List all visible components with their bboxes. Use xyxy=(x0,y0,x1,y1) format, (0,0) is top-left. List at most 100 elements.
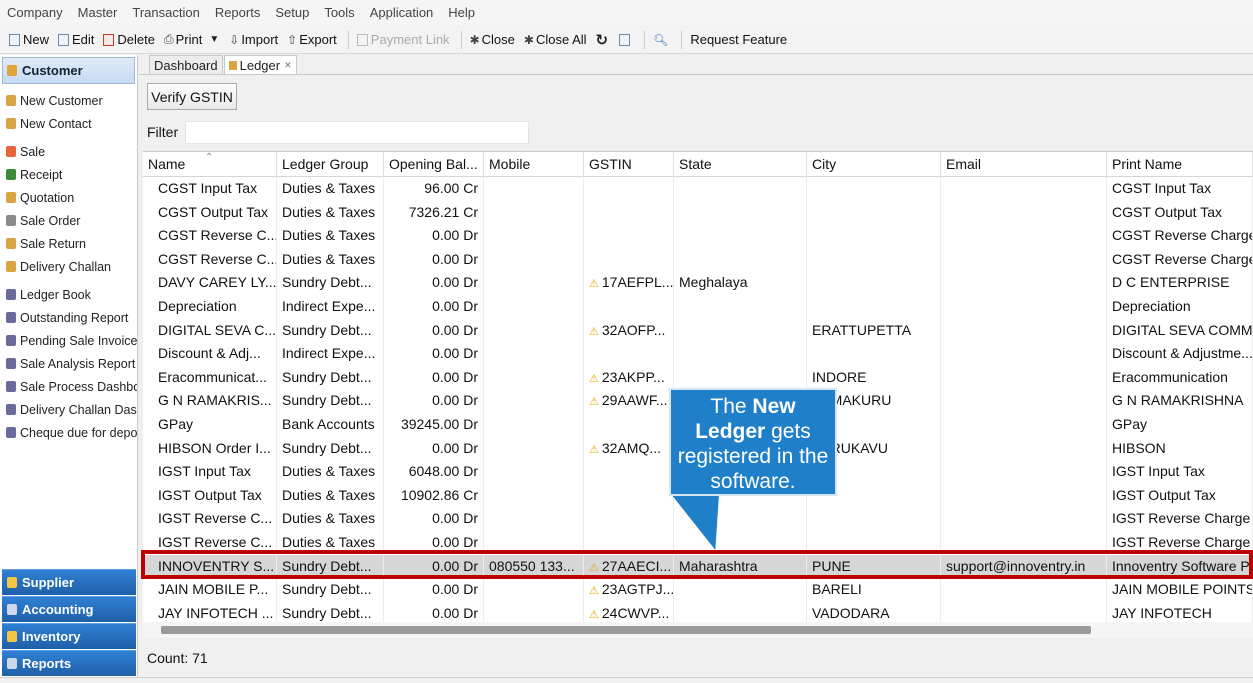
import-button[interactable]: ⇩ Import xyxy=(229,32,278,47)
cell-ledger-group: Duties & Taxes xyxy=(277,507,384,531)
print-dropdown-chevron-icon[interactable]: ▼ xyxy=(209,34,219,45)
nav-item-delivery-challan[interactable]: Delivery Challan xyxy=(0,255,137,278)
cell-name: JAIN MOBILE P... xyxy=(143,578,277,602)
column-header-mobile[interactable]: Mobile xyxy=(484,152,584,177)
new-document-icon xyxy=(9,33,20,46)
table-row[interactable]: Discount & Adj... Indirect Expe... 0.00 Dr… xyxy=(143,342,1253,366)
cell-state: Meghalaya xyxy=(674,271,807,295)
column-header-email[interactable]: Email xyxy=(941,152,1107,177)
menu-company[interactable]: Company xyxy=(7,5,63,20)
nav-section-reports[interactable]: Reports xyxy=(2,650,136,676)
delete-button[interactable]: Delete xyxy=(103,32,155,47)
print-button[interactable]: ⎙ Print xyxy=(164,32,202,47)
close-button[interactable]: ✱ Close xyxy=(470,32,515,47)
column-header-print-name[interactable]: Print Name xyxy=(1107,152,1253,177)
cell-opening-balance: 6048.00 Dr xyxy=(384,460,484,484)
report-icon xyxy=(6,312,16,323)
nav-item-pending-sale-invoices[interactable]: Pending Sale Invoices xyxy=(0,329,137,352)
nav-section-supplier[interactable]: Supplier xyxy=(2,569,136,595)
cell-opening-balance: 0.00 Dr xyxy=(384,365,484,390)
nav-header-customer[interactable]: Customer xyxy=(2,57,135,84)
cell-opening-balance: 0.00 Dr xyxy=(384,578,484,602)
toolbar-separator xyxy=(347,30,349,49)
nav-section-accounting[interactable]: Accounting xyxy=(2,596,136,622)
close-icon[interactable]: ✕ xyxy=(284,60,292,71)
cell-gstin xyxy=(584,413,674,437)
refresh-button[interactable]: ↻ xyxy=(596,31,611,49)
nav-item-new-contact[interactable]: New Contact xyxy=(0,112,137,135)
calculator-button[interactable] xyxy=(619,33,633,46)
table-row[interactable]: Depreciation Indirect Expe... 0.00 Dr Depre… xyxy=(143,295,1253,319)
import-icon: ⇩ xyxy=(229,32,240,47)
nav-item-sale-analysis-report[interactable]: Sale Analysis Report xyxy=(0,352,137,375)
nav-item-delivery-challan-dashboard[interactable]: Delivery Challan Dashboard xyxy=(0,398,137,421)
column-header-ledger-group[interactable]: Ledger Group xyxy=(277,152,384,177)
column-header-state[interactable]: State xyxy=(674,152,807,177)
nav-item-new-customer[interactable]: New Customer xyxy=(0,89,137,112)
cell-name: Discount & Adj... xyxy=(143,342,277,366)
request-feature-button[interactable]: Request Feature xyxy=(690,32,787,47)
cell-state xyxy=(674,342,807,366)
report-icon xyxy=(6,335,16,346)
cell-name: IGST Input Tax xyxy=(143,460,277,484)
nav-item-sale-order[interactable]: Sale Order xyxy=(0,209,137,232)
menu-tools[interactable]: Tools xyxy=(324,5,354,20)
nav-item-sale-return[interactable]: Sale Return xyxy=(0,232,137,255)
table-row[interactable]: DIGITAL SEVA C... Sundry Debt... 0.00 Dr ⚠ 3… xyxy=(143,318,1253,343)
cell-ledger-group: Sundry Debt... xyxy=(277,271,384,295)
verify-gstin-button[interactable]: Verify GSTIN xyxy=(147,83,237,110)
new-button[interactable]: New xyxy=(9,32,49,47)
column-header-opening-balance[interactable]: Opening Bal... xyxy=(384,152,484,177)
sale-order-icon xyxy=(6,215,16,226)
cell-email xyxy=(941,413,1107,437)
table-row[interactable]: Eracommunicat... Sundry Debt... 0.00 Dr ⚠ 23… xyxy=(143,365,1253,390)
cell-opening-balance: 0.00 Dr xyxy=(384,342,484,366)
menu-help[interactable]: Help xyxy=(448,5,475,20)
scrollbar-thumb[interactable] xyxy=(161,626,1091,634)
table-row[interactable]: CGST Reverse C... Duties & Taxes 0.00 Dr CG… xyxy=(143,247,1253,272)
cell-gstin xyxy=(584,200,674,225)
nav-item-quotation[interactable]: Quotation xyxy=(0,186,137,209)
menu-master[interactable]: Master xyxy=(78,5,118,20)
cell-city xyxy=(807,531,941,555)
menu-reports[interactable]: Reports xyxy=(215,5,261,20)
table-row[interactable]: CGST Reverse C... Duties & Taxes 0.00 Dr CG… xyxy=(143,224,1253,248)
close-all-button[interactable]: ✱ Close All xyxy=(524,32,587,47)
tab-ledger[interactable]: Ledger ✕ xyxy=(223,55,297,74)
nav-section-inventory[interactable]: Inventory xyxy=(2,623,136,649)
table-row[interactable]: DAVY CAREY LY... Sundry Debt... 0.00 Dr ⚠ 17… xyxy=(143,271,1253,295)
column-header-name[interactable]: Name ⌃ xyxy=(143,152,277,177)
horizontal-scrollbar[interactable] xyxy=(143,622,1253,638)
report-icon xyxy=(6,289,16,300)
export-button[interactable]: ⇧ Export xyxy=(287,32,337,47)
nav-item-outstanding-report[interactable]: Outstanding Report xyxy=(0,306,137,329)
cell-mobile xyxy=(484,365,584,390)
nav-item-sale[interactable]: Sale xyxy=(0,140,137,163)
warning-icon: ⚠ xyxy=(589,608,599,621)
table-row[interactable]: CGST Input Tax Duties & Taxes 96.00 Cr CGST… xyxy=(143,177,1253,201)
search-button[interactable]: 🔍︎ xyxy=(653,33,670,47)
nav-item-cheque-due[interactable]: Cheque due for deposit xyxy=(0,421,137,444)
nav-item-receipt[interactable]: Receipt xyxy=(0,163,137,186)
column-header-gstin[interactable]: GSTIN xyxy=(584,152,674,177)
menu-transaction[interactable]: Transaction xyxy=(132,5,199,20)
record-count: Count: 71 xyxy=(147,650,208,666)
table-row[interactable]: INNOVENTRY S... Sundry Debt... 0.00 Dr 0805… xyxy=(143,554,1253,579)
cell-state xyxy=(674,578,807,602)
cell-city: INDORE xyxy=(807,365,941,390)
nav-item-ledger-book[interactable]: Ledger Book xyxy=(0,283,137,306)
tab-dashboard[interactable]: Dashboard xyxy=(149,55,223,74)
cell-state xyxy=(674,365,807,390)
menu-setup[interactable]: Setup xyxy=(275,5,309,20)
menu-application[interactable]: Application xyxy=(370,5,434,20)
warning-icon: ⚠ xyxy=(589,396,599,409)
filter-input[interactable] xyxy=(185,121,529,144)
column-header-city[interactable]: City xyxy=(807,152,941,177)
table-row[interactable]: CGST Output Tax Duties & Taxes 7326.21 Cr C… xyxy=(143,200,1253,225)
payment-link-button[interactable]: Payment Link xyxy=(356,32,450,47)
table-row[interactable]: JAIN MOBILE P... Sundry Debt... 0.00 Dr ⚠ 23… xyxy=(143,578,1253,602)
warning-icon: ⚠ xyxy=(589,561,599,574)
edit-button[interactable]: Edit xyxy=(58,32,94,47)
nav-item-sale-process-dashboard[interactable]: Sale Process Dashboard xyxy=(0,375,137,398)
menu-bar: Company Master Transaction Reports Setup… xyxy=(0,0,1253,25)
